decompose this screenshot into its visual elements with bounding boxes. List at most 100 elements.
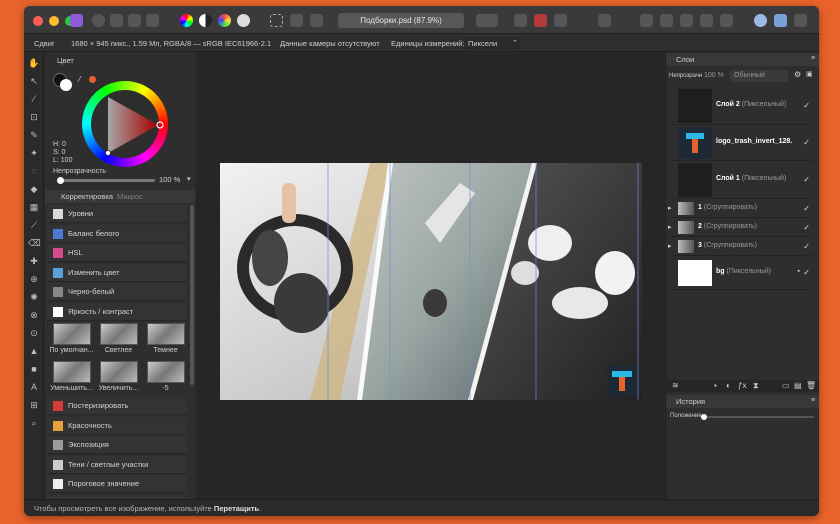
- marquee-select-icon[interactable]: [270, 14, 283, 27]
- flip-icon[interactable]: [720, 14, 733, 27]
- magnet-icon[interactable]: [554, 14, 567, 27]
- persona-export-icon[interactable]: [146, 14, 159, 27]
- selection-brush-icon[interactable]: ✎: [28, 129, 40, 141]
- expand-group-icon[interactable]: ▸: [668, 204, 672, 212]
- preset-thumbnail[interactable]: Уменьшить...: [49, 361, 94, 392]
- view-mode-icon[interactable]: [514, 14, 527, 27]
- layer-row[interactable]: ▸ 1 (Сгруппировать) ✓: [668, 199, 812, 218]
- canvas-area[interactable]: [196, 53, 664, 499]
- red-eye-tool-icon[interactable]: ⊙: [28, 327, 40, 339]
- preset-thumbnail[interactable]: -5: [143, 361, 188, 392]
- visibility-checkbox[interactable]: ✓: [803, 268, 810, 277]
- blur-brush-icon[interactable]: ✺: [28, 291, 40, 303]
- gradient-tool-icon[interactable]: ▦: [28, 201, 40, 213]
- healing-brush-icon[interactable]: ⊗: [28, 309, 40, 321]
- visibility-checkbox[interactable]: ✓: [803, 242, 810, 251]
- brush-tool-icon[interactable]: [598, 14, 611, 27]
- live-filter-icon[interactable]: ⧗: [753, 381, 759, 391]
- panel-menu-icon[interactable]: ≡: [811, 55, 815, 62]
- persona-photo-icon[interactable]: [92, 14, 105, 27]
- visibility-checkbox[interactable]: ✓: [803, 204, 810, 213]
- align-icon[interactable]: [640, 14, 653, 27]
- layer-row[interactable]: bg (Пиксельный) ▪ ✓: [672, 256, 812, 290]
- quick-mask-icon[interactable]: [476, 14, 498, 27]
- visibility-checkbox[interactable]: ✓: [803, 175, 810, 184]
- shape-tool-icon[interactable]: ■: [28, 363, 40, 375]
- snapping-icon[interactable]: [534, 14, 547, 27]
- pen-tool-icon[interactable]: ▲: [28, 345, 40, 357]
- app-logo-icon[interactable]: [70, 14, 83, 27]
- close-window-button[interactable]: [33, 16, 43, 26]
- clone-brush-icon[interactable]: ⊕: [28, 273, 40, 285]
- expand-group-icon[interactable]: ▸: [668, 223, 672, 231]
- marquee-tool-icon[interactable]: ◌: [28, 165, 40, 177]
- opacity-slider-thumb[interactable]: [57, 177, 64, 184]
- add-group-icon[interactable]: ▭: [782, 381, 790, 390]
- layer-row[interactable]: ▸ 2 (Сгруппировать) ✓: [668, 218, 812, 237]
- crop-tool-icon[interactable]: ⊡: [28, 111, 40, 123]
- saturation-icon[interactable]: [218, 14, 231, 27]
- distribute-icon[interactable]: [680, 14, 693, 27]
- arrange-icon[interactable]: [660, 14, 673, 27]
- history-menu-icon[interactable]: ≡: [811, 397, 815, 404]
- move-tool-icon[interactable]: ↖: [28, 75, 40, 87]
- adjustment-layer-icon[interactable]: ◐: [726, 381, 731, 390]
- tab-layers[interactable]: Слои: [676, 54, 694, 65]
- persona-develop-icon[interactable]: [128, 14, 141, 27]
- blend-mode-dropdown[interactable]: Обычный: [730, 70, 788, 82]
- layer-row[interactable]: logo_trash_invert_128. ✓: [672, 125, 812, 161]
- preset-thumbnail[interactable]: Увеличить...: [96, 361, 141, 392]
- expand-group-icon[interactable]: ▸: [668, 242, 672, 250]
- visibility-checkbox[interactable]: ✓: [803, 223, 810, 232]
- invert-selection-icon[interactable]: [310, 14, 323, 27]
- secondary-color-swatch[interactable]: [60, 79, 72, 91]
- deselect-icon[interactable]: [290, 14, 303, 27]
- opacity-value[interactable]: 100 %: [159, 175, 180, 184]
- view-tool-icon[interactable]: ✋: [28, 57, 40, 69]
- minimize-window-button[interactable]: [49, 16, 59, 26]
- layer-row[interactable]: ▸ 3 (Сгруппировать) ✓: [668, 237, 812, 256]
- adjustment-item[interactable]: Баланс белого: [47, 224, 187, 243]
- color-wheel-icon[interactable]: [180, 14, 193, 27]
- flood-fill-icon[interactable]: ◆: [28, 183, 40, 195]
- tab-history[interactable]: История: [676, 396, 705, 407]
- layer-row[interactable]: Слой 1 (Пиксельный) ✓: [672, 161, 812, 199]
- zoom-tool-icon[interactable]: ⌕: [28, 417, 40, 429]
- preset-thumbnail[interactable]: Темнее: [143, 323, 188, 354]
- layer-lock-icon[interactable]: ▪: [798, 268, 800, 275]
- history-slider[interactable]: [701, 414, 814, 420]
- adjustment-item[interactable]: Черно-белый: [47, 283, 187, 301]
- adjustment-item[interactable]: Яркость / контраст: [47, 302, 187, 321]
- color-triangle[interactable]: [82, 81, 168, 167]
- persona-liquify-icon[interactable]: [110, 14, 123, 27]
- tab-macro[interactable]: Макрос: [117, 191, 143, 202]
- gear-icon[interactable]: ⚙: [794, 70, 801, 79]
- adjustment-item[interactable]: HSL: [47, 244, 187, 262]
- mesh-warp-icon[interactable]: ⊞: [28, 399, 40, 411]
- adjustments-scrollbar[interactable]: [190, 205, 194, 385]
- fx-icon[interactable]: ƒx: [738, 381, 746, 390]
- history-slider-thumb[interactable]: [701, 414, 707, 420]
- text-tool-icon[interactable]: A: [28, 381, 40, 393]
- opacity-slider[interactable]: [57, 177, 155, 184]
- layer-opacity-value[interactable]: 100 %: [704, 72, 724, 79]
- document-title[interactable]: Подборки.psd (87.9%): [338, 13, 464, 28]
- adjustment-item[interactable]: Красочность: [47, 416, 187, 435]
- adjustment-item[interactable]: Уровни: [47, 205, 187, 223]
- assistant-icon[interactable]: [774, 14, 787, 27]
- document-canvas[interactable]: [220, 163, 642, 400]
- tab-color[interactable]: Цвет: [57, 55, 74, 66]
- add-layer-icon[interactable]: ▤: [794, 381, 802, 390]
- white-balance-icon[interactable]: [237, 14, 250, 27]
- delete-layer-icon[interactable]: 🗑: [806, 381, 816, 390]
- adjustment-item[interactable]: Пороговое значение: [47, 475, 187, 493]
- paint-brush-icon[interactable]: ⟋: [28, 219, 40, 231]
- tab-adjustments[interactable]: Корректировка: [61, 191, 113, 202]
- units-dropdown[interactable]: Пиксели ⌃: [464, 37, 520, 50]
- layer-stack-icon[interactable]: ≋: [672, 381, 679, 390]
- chat-icon[interactable]: [754, 14, 767, 27]
- lock-icon[interactable]: ▣: [806, 70, 813, 78]
- preset-thumbnail[interactable]: Светлее: [96, 323, 141, 354]
- adjustment-item[interactable]: Постеризировать: [47, 397, 187, 415]
- adjustment-item[interactable]: Тени / светлые участки: [47, 455, 187, 474]
